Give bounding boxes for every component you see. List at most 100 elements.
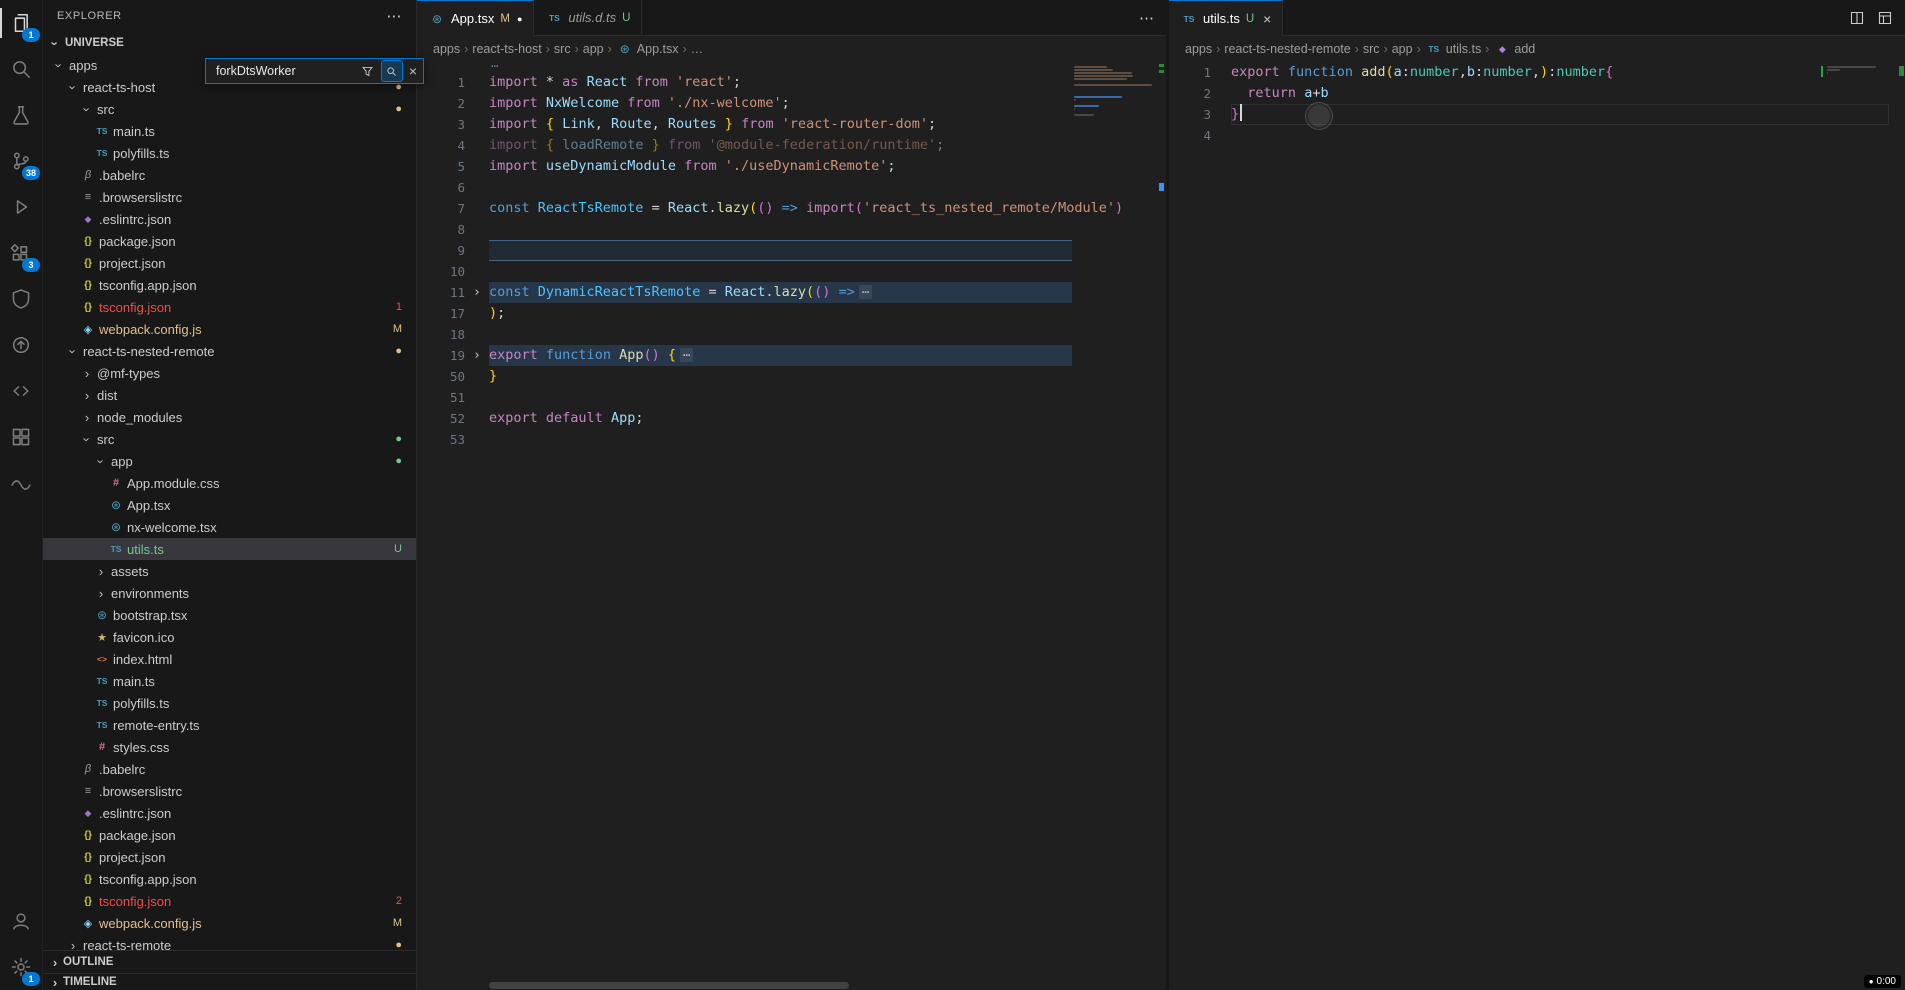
breadcrumb-item[interactable]: app: [583, 42, 604, 56]
code-line[interactable]: 3import { Link, Route, Routes } from 're…: [417, 114, 1166, 135]
source-control-icon[interactable]: 38: [0, 138, 42, 184]
code-editor[interactable]: ⋯ 1import * as React from 'react';2impor…: [417, 62, 1166, 990]
grid-icon[interactable]: [0, 414, 42, 460]
tab-utils.ts[interactable]: TSutils.tsU×: [1169, 0, 1283, 36]
code-line[interactable]: 51: [417, 387, 1166, 408]
layout-icon[interactable]: [1877, 10, 1893, 26]
breadcrumb-item[interactable]: apps: [1185, 42, 1212, 56]
settings-icon[interactable]: 1: [0, 944, 42, 990]
outline-section[interactable]: › OUTLINE: [43, 950, 416, 973]
filter-icon[interactable]: [358, 61, 378, 81]
file-item-nx-welcome.tsx[interactable]: ⊛nx-welcome.tsx: [43, 516, 416, 538]
workspace-section-header[interactable]: › UNIVERSE: [43, 32, 416, 54]
code-line[interactable]: 3}: [1169, 104, 1905, 125]
breadcrumb-item[interactable]: utils.ts: [1446, 42, 1481, 56]
code-line[interactable]: 53: [417, 429, 1166, 450]
code-line[interactable]: 18: [417, 324, 1166, 345]
code-editor[interactable]: 1export function add(a:number,b:number,)…: [1169, 62, 1905, 990]
file-item-project.json[interactable]: {}project.json: [43, 846, 416, 868]
file-item-package.json[interactable]: {}package.json: [43, 824, 416, 846]
extensions-icon[interactable]: 3: [0, 230, 42, 276]
code-line[interactable]: 19›export function App() {⋯: [417, 345, 1166, 366]
breadcrumb-item[interactable]: App.tsx: [637, 42, 679, 56]
file-item-App.tsx[interactable]: ⊛App.tsx: [43, 494, 416, 516]
scribble-icon[interactable]: [0, 460, 42, 506]
minimap[interactable]: [1072, 66, 1156, 120]
breadcrumb-item[interactable]: …: [691, 42, 704, 56]
fold-collapsed-icon[interactable]: ›: [465, 282, 489, 303]
horizontal-scrollbar[interactable]: [489, 982, 849, 989]
folder-item-src[interactable]: ›src●: [43, 428, 416, 450]
file-item-remote-entry.ts[interactable]: TSremote-entry.ts: [43, 714, 416, 736]
file-item-index.html[interactable]: <>index.html: [43, 648, 416, 670]
file-item-polyfills.ts[interactable]: TSpolyfills.ts: [43, 692, 416, 714]
code-line[interactable]: 4import { loadRemote } from '@module-fed…: [417, 135, 1166, 156]
file-item-polyfills.ts[interactable]: TSpolyfills.ts: [43, 142, 416, 164]
tab-utils.d.ts[interactable]: TSutils.d.tsU: [534, 0, 642, 35]
file-item-.browserslistrc[interactable]: ≡.browserslistrc: [43, 780, 416, 802]
file-item-bootstrap.tsx[interactable]: ⊛bootstrap.tsx: [43, 604, 416, 626]
breadcrumb-item[interactable]: src: [1363, 42, 1380, 56]
more-icon[interactable]: ⋯: [1139, 9, 1154, 27]
file-item-App.module.css[interactable]: #App.module.css: [43, 472, 416, 494]
file-item-styles.css[interactable]: #styles.css: [43, 736, 416, 758]
find-input[interactable]: [214, 63, 355, 79]
beaker-icon[interactable]: [0, 92, 42, 138]
breadcrumb-item[interactable]: apps: [433, 42, 460, 56]
code-line[interactable]: 2 return a+b: [1169, 83, 1905, 104]
file-item-tsconfig.app.json[interactable]: {}tsconfig.app.json: [43, 274, 416, 296]
run-debug-icon[interactable]: [0, 184, 42, 230]
file-item-project.json[interactable]: {}project.json: [43, 252, 416, 274]
file-item-tsconfig.app.json[interactable]: {}tsconfig.app.json: [43, 868, 416, 890]
explorer-icon[interactable]: 1: [0, 0, 42, 46]
breadcrumb-item[interactable]: src: [554, 42, 571, 56]
file-item-tsconfig.json[interactable]: {}tsconfig.json1: [43, 296, 416, 318]
file-item-main.ts[interactable]: TSmain.ts: [43, 120, 416, 142]
code-line[interactable]: 7const ReactTsRemote = React.lazy(() => …: [417, 198, 1166, 219]
folder-item-@mf-types[interactable]: ›@mf-types: [43, 362, 416, 384]
code-line[interactable]: 17);: [417, 303, 1166, 324]
folder-item-environments[interactable]: ›environments: [43, 582, 416, 604]
file-item-main.ts[interactable]: TSmain.ts: [43, 670, 416, 692]
folder-item-assets[interactable]: ›assets: [43, 560, 416, 582]
code-console-icon[interactable]: [0, 368, 42, 414]
code-line[interactable]: 5import useDynamicModule from './useDyna…: [417, 156, 1166, 177]
breadcrumb-item[interactable]: app: [1392, 42, 1413, 56]
file-item-webpack.config.js[interactable]: ◈webpack.config.jsM: [43, 912, 416, 934]
remote-icon[interactable]: [0, 322, 42, 368]
close-icon[interactable]: ×: [406, 63, 420, 79]
code-line[interactable]: 11›const DynamicReactTsRemote = React.la…: [417, 282, 1166, 303]
shield-icon[interactable]: [0, 276, 42, 322]
file-item-tsconfig.json[interactable]: {}tsconfig.json2: [43, 890, 416, 912]
code-line[interactable]: 52export default App;: [417, 408, 1166, 429]
file-item-.babelrc[interactable]: β.babelrc: [43, 164, 416, 186]
more-actions-icon[interactable]: ⋯: [386, 7, 402, 25]
file-item-utils.ts[interactable]: TSutils.tsU: [43, 538, 416, 560]
code-line[interactable]: 2import NxWelcome from './nx-welcome';: [417, 93, 1166, 114]
account-icon[interactable]: [0, 898, 42, 944]
folder-item-src[interactable]: ›src●: [43, 98, 416, 120]
file-item-.browserslistrc[interactable]: ≡.browserslistrc: [43, 186, 416, 208]
close-icon[interactable]: ×: [1263, 11, 1271, 27]
code-line[interactable]: 4: [1169, 125, 1905, 146]
filter-toggle-icon[interactable]: [381, 60, 403, 82]
search-icon[interactable]: [0, 46, 42, 92]
file-item-.eslintrc.json[interactable]: ◆.eslintrc.json: [43, 802, 416, 824]
breadcrumb-item[interactable]: react-ts-nested-remote: [1224, 42, 1350, 56]
file-item-.eslintrc.json[interactable]: ◆.eslintrc.json: [43, 208, 416, 230]
file-item-package.json[interactable]: {}package.json: [43, 230, 416, 252]
fold-collapsed-icon[interactable]: ›: [465, 345, 489, 366]
file-item-webpack.config.js[interactable]: ◈webpack.config.jsM: [43, 318, 416, 340]
timeline-section[interactable]: › TIMELINE: [43, 973, 416, 990]
tab-App.tsx[interactable]: ⊛App.tsxM●: [417, 0, 534, 36]
folder-item-node_modules[interactable]: ›node_modules: [43, 406, 416, 428]
minimap[interactable]: [1825, 66, 1887, 78]
folder-item-react-ts-nested-remote[interactable]: ›react-ts-nested-remote●: [43, 340, 416, 362]
code-line[interactable]: 1export function add(a:number,b:number,)…: [1169, 62, 1905, 83]
file-item-.babelrc[interactable]: β.babelrc: [43, 758, 416, 780]
folder-item-app[interactable]: ›app●: [43, 450, 416, 472]
file-item-favicon.ico[interactable]: ★favicon.ico: [43, 626, 416, 648]
code-line[interactable]: 9: [417, 240, 1166, 261]
code-line[interactable]: 8: [417, 219, 1166, 240]
breadcrumb-item[interactable]: add: [1514, 42, 1535, 56]
